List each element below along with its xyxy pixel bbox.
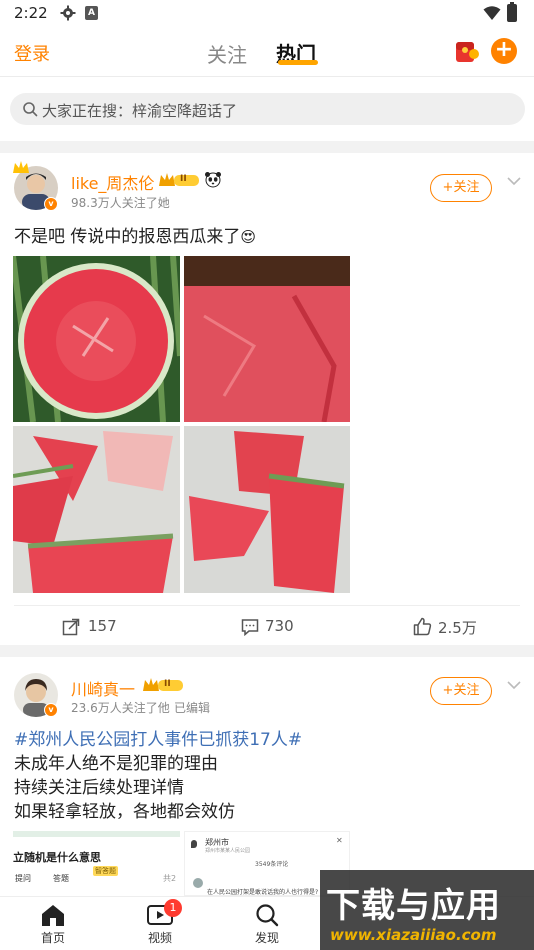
- verified-badge: v: [44, 197, 58, 211]
- preview-title: 立随机是什么意思: [13, 851, 101, 864]
- battery-icon: [507, 4, 517, 22]
- crown-icon: [13, 161, 29, 173]
- post-image-4[interactable]: [184, 426, 350, 593]
- actions-divider: [14, 605, 520, 606]
- watermark-url: www.xiazaiiiao.com: [330, 926, 497, 944]
- vip-level-text: II: [164, 679, 171, 689]
- repost-button[interactable]: 157: [62, 616, 142, 638]
- heart-eyes-emoji: 😍: [240, 228, 257, 246]
- tab-home[interactable]: 首页: [23, 901, 83, 947]
- chevron-down-icon[interactable]: [507, 680, 521, 690]
- feed-separator: [0, 141, 534, 153]
- post-line-3: 如果轻拿轻放，各地都会效仿: [14, 802, 235, 822]
- status-bar: 2:22 A: [0, 0, 534, 28]
- status-time: 2:22: [14, 4, 48, 22]
- verified-badge: v: [44, 703, 58, 717]
- comment-count: 730: [265, 617, 294, 635]
- tab-hot-indicator: [278, 60, 318, 65]
- preview-top-bar: [13, 831, 180, 837]
- wifi-icon: [483, 6, 501, 20]
- search-icon: [256, 904, 279, 927]
- preview-subtitle: 郑州市某某人民公园: [205, 848, 251, 854]
- tab-label: 发现: [254, 931, 279, 945]
- vip-level-badge: [143, 678, 183, 691]
- chevron-down-icon[interactable]: [507, 176, 521, 186]
- red-packet-icon[interactable]: [452, 38, 480, 64]
- follow-button[interactable]: +关注: [430, 677, 492, 705]
- tab-video[interactable]: 1 视频: [130, 899, 190, 947]
- follow-button[interactable]: +关注: [430, 174, 492, 202]
- post-hashtag[interactable]: #郑州人民公园打人事件已抓获17人#: [14, 728, 302, 752]
- preview-avatar: [193, 878, 203, 888]
- preview-comment: 在人民公园打架是敢说话我的人也行得是?: [207, 889, 319, 896]
- post-username[interactable]: like_周杰伦: [71, 170, 154, 194]
- comment-icon: [241, 619, 259, 636]
- watermark: 下载与应用 www.xiazaiiiao.com: [320, 870, 534, 950]
- app-screen: 2:22 A 登录 关注 热门 + 大家正在搜：梓渝空降超话了 v like_周…: [0, 0, 534, 950]
- post-text: 不是吧 传说中的报恩西瓜来了😍: [14, 225, 256, 249]
- home-icon: [42, 905, 64, 926]
- edited-label: 已编辑: [174, 701, 211, 715]
- post-meta: 23.6万人关注了他: [71, 701, 170, 715]
- feed-separator: [0, 645, 534, 657]
- preview-mid: 3549条评论: [255, 861, 289, 868]
- post-image-1[interactable]: 立随机是什么意思 提问 答题 智答题 共2: [13, 831, 180, 896]
- search-icon: [23, 102, 38, 117]
- preview-count: 共2: [163, 874, 177, 883]
- vip-level-badge: [159, 173, 199, 186]
- tab-follow[interactable]: 关注: [207, 39, 247, 68]
- tab-discover[interactable]: 发现: [237, 901, 297, 947]
- preview-chip: 提问: [15, 874, 31, 883]
- tab-label: 视频: [147, 931, 172, 945]
- post-body: 不是吧 传说中的报恩西瓜来了: [14, 227, 241, 247]
- thumbs-up-icon: [413, 617, 432, 636]
- post-image-1[interactable]: [13, 256, 180, 422]
- nav-divider: [0, 76, 534, 77]
- tab-label: 首页: [40, 931, 65, 945]
- preview-chip: 答题: [53, 874, 69, 883]
- gear-icon: [60, 5, 76, 21]
- login-button[interactable]: 登录: [14, 40, 50, 66]
- repost-count: 157: [88, 617, 117, 635]
- post-image-2[interactable]: [184, 256, 350, 422]
- vip-level-text: II: [180, 174, 187, 184]
- post-meta: 98.3万人关注了她: [71, 196, 170, 210]
- location-pin-icon: [191, 840, 197, 848]
- search-placeholder: 大家正在搜：梓渝空降超话了: [42, 102, 238, 120]
- search-bar[interactable]: 大家正在搜：梓渝空降超话了: [10, 93, 525, 125]
- like-count: 2.5万: [438, 619, 477, 637]
- watermark-title: 下载与应用: [326, 886, 501, 926]
- panda-icon: [205, 172, 221, 188]
- post-line-1: 未成年人绝不是犯罪的理由: [14, 754, 218, 774]
- post-line-2: 持续关注后续处理详情: [14, 778, 184, 798]
- compose-plus-button[interactable]: +: [491, 38, 517, 64]
- post-username[interactable]: 川崎真一: [71, 676, 135, 700]
- preview-badge: 智答题: [93, 866, 118, 876]
- preview-close: ✕: [336, 836, 343, 845]
- comment-button[interactable]: 730: [241, 616, 321, 638]
- video-notification-badge: 1: [164, 899, 182, 917]
- post-image-3[interactable]: [13, 426, 180, 593]
- accessibility-icon: A: [85, 6, 98, 20]
- share-icon: [62, 618, 80, 636]
- like-button[interactable]: 2.5万: [413, 616, 503, 638]
